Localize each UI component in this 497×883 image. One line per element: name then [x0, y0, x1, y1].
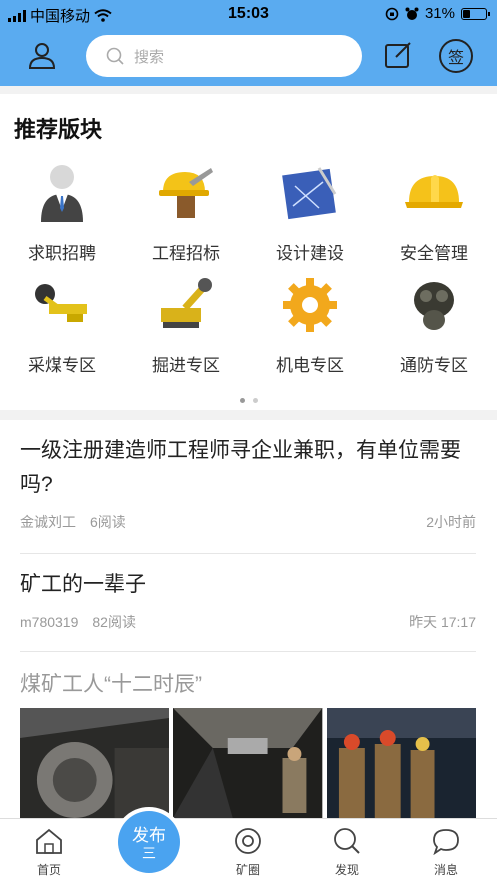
job-person-icon [41, 165, 83, 222]
post-author: m780319 [20, 614, 79, 630]
coal-shearer-icon [35, 284, 87, 322]
circle-icon [235, 828, 261, 854]
rotation-lock-icon [385, 7, 399, 20]
home-icon [36, 828, 62, 854]
menu-icon: 三 [142, 845, 156, 861]
tab-bar: 首页 发布 三 矿圈 发现 消息 [0, 807, 497, 883]
search-input[interactable]: 搜索 [86, 35, 362, 77]
post-reads: 82阅读 [92, 614, 136, 630]
post-author: 金诚刘工 [20, 514, 76, 530]
recommend-item-jobs[interactable]: 求职招聘 [0, 162, 124, 264]
page-dot-active [239, 398, 245, 403]
gas-mask-icon [414, 282, 454, 330]
search-icon [106, 47, 124, 65]
search-placeholder: 搜索 [134, 48, 165, 66]
post-reads: 6阅读 [90, 514, 126, 530]
recommend-label: 掘进专区 [152, 356, 220, 375]
post-photo-miners [326, 708, 476, 818]
alarm-icon [405, 7, 419, 20]
photo-post-title[interactable]: 煤矿工人“十二时辰” [20, 668, 202, 698]
post-feed: 一级注册建造师工程师寻企业兼职，有单位需要吗? 金诚刘工 6阅读 2小时前 矿工的… [0, 420, 497, 818]
message-icon [433, 829, 459, 855]
user-icon[interactable] [28, 41, 56, 69]
recommend-label: 安全管理 [400, 244, 468, 263]
nav-bar: 搜索 签 [0, 28, 497, 86]
tab-circle[interactable]: 矿圈 [218, 827, 278, 878]
status-bar: 中国移动 15:03 31% [0, 0, 497, 28]
recommend-label: 机电专区 [276, 356, 344, 375]
roadheader-icon [161, 278, 212, 328]
recommend-item-safety[interactable]: 安全管理 [372, 162, 496, 264]
tab-label: 发现 [334, 863, 359, 877]
safety-helmet-icon [405, 175, 463, 208]
page-indicator [0, 390, 497, 408]
tab-home[interactable]: 首页 [19, 827, 79, 878]
recommend-item-design[interactable]: 设计建设 [248, 162, 372, 264]
post-item[interactable]: 矿工的一辈子 m780319 82阅读 昨天 17:17 [20, 568, 476, 652]
recommend-label: 采煤专区 [28, 356, 96, 375]
page-dot [252, 398, 258, 403]
post-item[interactable]: 一级注册建造师工程师寻企业兼职，有单位需要吗? 金诚刘工 6阅读 2小时前 [20, 434, 476, 554]
recommend-label: 工程招标 [152, 244, 220, 263]
sign-label: 签 [447, 50, 464, 67]
edit-icon[interactable] [384, 41, 412, 69]
post-title: 矿工的一辈子 [20, 573, 146, 596]
tab-messages[interactable]: 消息 [416, 827, 476, 878]
battery-icon [461, 7, 490, 20]
hardhat-trowel-icon [159, 168, 213, 218]
tab-label: 首页 [36, 863, 61, 877]
tab-discover[interactable]: 发现 [317, 827, 377, 878]
battery-percent: 31% [424, 5, 455, 22]
app-header: 中国移动 15:03 31% 搜索 签 [0, 0, 497, 86]
recommend-section: 推荐版块 求职招聘 工程招标 设计建设 安全管理 采煤专区 掘进专区 机电专区 [0, 94, 497, 410]
post-photo-tunnel [173, 708, 323, 818]
blueprint-icon [282, 167, 337, 220]
sign-in-button[interactable]: 签 [439, 39, 473, 73]
recommend-item-tender[interactable]: 工程招标 [124, 162, 248, 264]
recommend-item-tunnel[interactable]: 掘进专区 [124, 274, 248, 376]
post-time: 昨天 17:17 [409, 614, 476, 630]
post-title: 一级注册建造师工程师寻企业兼职，有单位需要吗? [20, 439, 461, 496]
recommend-item-ventilation[interactable]: 通防专区 [372, 274, 496, 376]
recommend-label: 通防专区 [400, 356, 468, 375]
post-meta: 金诚刘工 6阅读 2小时前 [20, 512, 476, 532]
discover-icon [334, 828, 360, 854]
post-time: 2小时前 [426, 514, 476, 530]
section-title: 推荐版块 [14, 117, 103, 142]
tab-label: 消息 [433, 863, 458, 877]
publish-label: 发布 [132, 826, 166, 845]
recommend-label: 设计建设 [276, 244, 344, 263]
gear-icon [283, 278, 337, 332]
photo-strip[interactable] [20, 708, 476, 818]
recommend-item-electro[interactable]: 机电专区 [248, 274, 372, 376]
post-meta: m780319 82阅读 昨天 17:17 [20, 612, 476, 632]
publish-button[interactable]: 发布 三 [114, 807, 184, 877]
recommend-label: 求职招聘 [28, 244, 96, 263]
tab-label: 矿圈 [235, 863, 260, 877]
recommend-item-coal[interactable]: 采煤专区 [0, 274, 124, 376]
post-photo-machinery [20, 708, 170, 818]
